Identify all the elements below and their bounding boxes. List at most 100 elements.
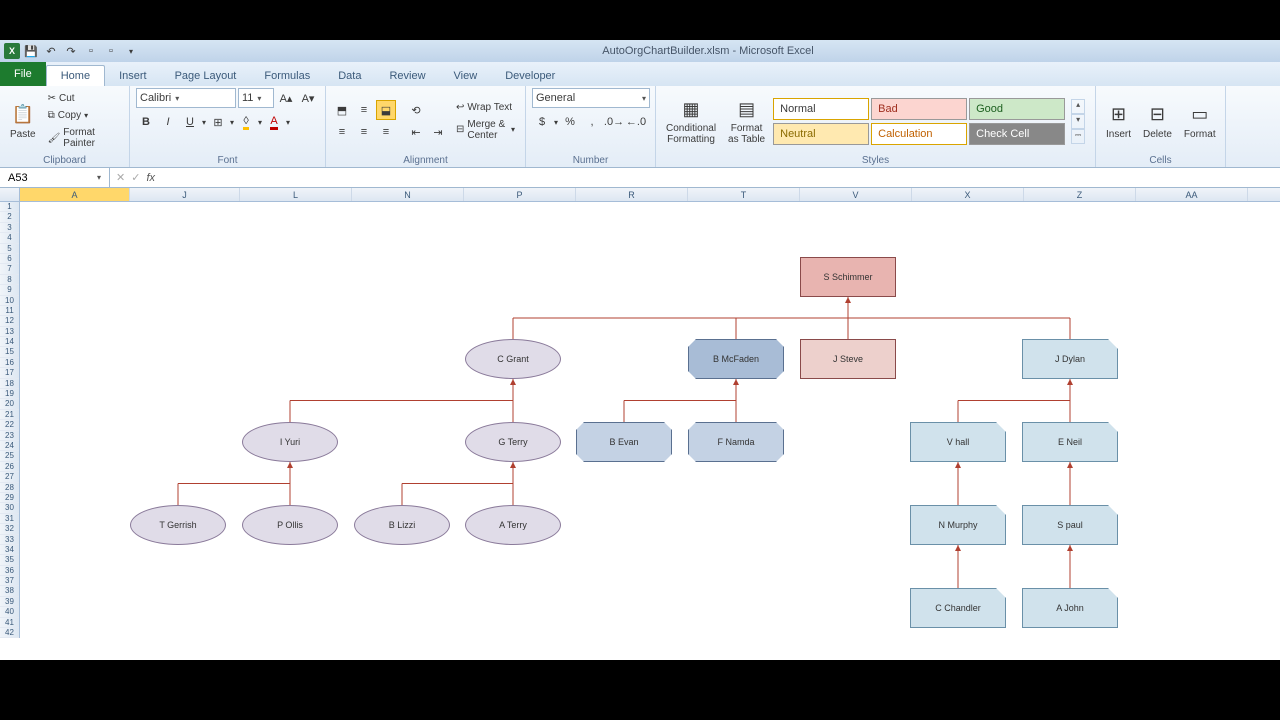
row-header[interactable]: 5 xyxy=(0,244,19,254)
row-header[interactable]: 31 xyxy=(0,514,19,524)
bold-button[interactable]: B xyxy=(136,112,156,132)
row-header[interactable]: 38 xyxy=(0,586,19,596)
align-middle-button[interactable]: ≡ xyxy=(354,100,374,120)
undo-icon[interactable]: ↶ xyxy=(42,42,60,60)
font-color-button[interactable]: A xyxy=(264,112,284,132)
cell-style-bad[interactable]: Bad xyxy=(871,98,967,120)
row-header[interactable]: 17 xyxy=(0,368,19,378)
row-header[interactable]: 29 xyxy=(0,493,19,503)
row-header[interactable]: 41 xyxy=(0,618,19,628)
org-node[interactable]: V hall xyxy=(910,422,1006,462)
copy-button[interactable]: ⧉Copy▾ xyxy=(44,108,123,123)
row-header[interactable]: 26 xyxy=(0,462,19,472)
row-header[interactable]: 42 xyxy=(0,628,19,638)
cell-style-neutral[interactable]: Neutral xyxy=(773,123,869,145)
row-header[interactable]: 33 xyxy=(0,535,19,545)
row-header[interactable]: 23 xyxy=(0,431,19,441)
row-header[interactable]: 28 xyxy=(0,483,19,493)
org-node[interactable]: T Gerrish xyxy=(130,505,226,545)
org-node[interactable]: N Murphy xyxy=(910,505,1006,545)
row-header[interactable]: 1 xyxy=(0,202,19,212)
row-header[interactable]: 9 xyxy=(0,285,19,295)
italic-button[interactable]: I xyxy=(158,112,178,132)
column-header[interactable]: V xyxy=(800,188,912,201)
font-size-combo[interactable]: 11▾ xyxy=(238,88,274,108)
column-header[interactable]: T xyxy=(688,188,800,201)
cell-style-calculation[interactable]: Calculation xyxy=(871,123,967,145)
align-left-button[interactable]: ≡ xyxy=(332,122,352,142)
tab-view[interactable]: View xyxy=(440,66,492,86)
conditional-formatting-button[interactable]: ▦ Conditional Formatting xyxy=(662,95,720,147)
row-header[interactable]: 18 xyxy=(0,379,19,389)
row-header[interactable]: 14 xyxy=(0,337,19,347)
row-header[interactable]: 36 xyxy=(0,566,19,576)
tab-formulas[interactable]: Formulas xyxy=(250,66,324,86)
tab-insert[interactable]: Insert xyxy=(105,66,161,86)
column-header[interactable]: J xyxy=(130,188,240,201)
name-box[interactable]: A53▾ xyxy=(0,168,110,187)
org-node[interactable]: I Yuri xyxy=(242,422,338,462)
formula-input[interactable] xyxy=(161,172,1274,184)
tab-page-layout[interactable]: Page Layout xyxy=(161,66,251,86)
row-header[interactable]: 32 xyxy=(0,524,19,534)
percent-button[interactable]: % xyxy=(560,112,580,132)
row-header[interactable]: 2 xyxy=(0,212,19,222)
select-all-corner[interactable] xyxy=(0,188,20,201)
org-node[interactable]: C Grant xyxy=(465,339,561,379)
org-node[interactable]: A Terry xyxy=(465,505,561,545)
row-header[interactable]: 39 xyxy=(0,597,19,607)
row-header[interactable]: 12 xyxy=(0,316,19,326)
column-header[interactable]: X xyxy=(912,188,1024,201)
accounting-button[interactable]: $ xyxy=(532,112,552,132)
column-header[interactable]: A xyxy=(20,188,130,201)
decrease-decimal-button[interactable]: ←.0 xyxy=(626,112,646,132)
tab-review[interactable]: Review xyxy=(375,66,439,86)
cell-style-check-cell[interactable]: Check Cell xyxy=(969,123,1065,145)
row-header[interactable]: 27 xyxy=(0,472,19,482)
org-node[interactable]: A John xyxy=(1022,588,1118,628)
column-header[interactable]: L xyxy=(240,188,352,201)
underline-button[interactable]: U xyxy=(180,112,200,132)
style-gallery-more-icon[interactable]: ⎓ xyxy=(1071,129,1085,144)
row-header[interactable]: 34 xyxy=(0,545,19,555)
wrap-text-button[interactable]: ↩Wrap Text xyxy=(452,100,519,115)
cell-style-good[interactable]: Good xyxy=(969,98,1065,120)
save-icon[interactable]: 💾 xyxy=(22,42,40,60)
org-node[interactable]: B Evan xyxy=(576,422,672,462)
org-node[interactable]: B Lizzi xyxy=(354,505,450,545)
row-header[interactable]: 21 xyxy=(0,410,19,420)
row-header[interactable]: 8 xyxy=(0,275,19,285)
increase-decimal-button[interactable]: .0→ xyxy=(604,112,624,132)
row-header[interactable]: 24 xyxy=(0,441,19,451)
paste-button[interactable]: 📋 Paste xyxy=(6,101,40,142)
column-header[interactable]: P xyxy=(464,188,576,201)
row-header[interactable]: 7 xyxy=(0,264,19,274)
style-scroll-up-icon[interactable]: ▴ xyxy=(1071,99,1085,114)
redo-icon[interactable]: ↷ xyxy=(62,42,80,60)
org-node[interactable]: E Neil xyxy=(1022,422,1118,462)
org-node[interactable]: S paul xyxy=(1022,505,1118,545)
org-node[interactable]: C Chandler xyxy=(910,588,1006,628)
align-top-button[interactable]: ⬒ xyxy=(332,100,352,120)
qat-btn[interactable]: ▫ xyxy=(82,42,100,60)
row-header[interactable]: 40 xyxy=(0,607,19,617)
worksheet[interactable]: 1234567891011121314151617181920212223242… xyxy=(0,202,1280,680)
row-header[interactable]: 19 xyxy=(0,389,19,399)
enter-icon[interactable]: ✓ xyxy=(131,171,140,184)
align-right-button[interactable]: ≡ xyxy=(376,122,396,142)
number-format-combo[interactable]: General▾ xyxy=(532,88,650,108)
row-header[interactable]: 11 xyxy=(0,306,19,316)
row-header[interactable]: 3 xyxy=(0,223,19,233)
cut-button[interactable]: ✂Cut xyxy=(44,91,123,106)
decrease-indent-button[interactable]: ⇤ xyxy=(406,122,426,142)
delete-cells-button[interactable]: ⊟Delete xyxy=(1139,101,1176,142)
column-header[interactable]: N xyxy=(352,188,464,201)
row-header[interactable]: 16 xyxy=(0,358,19,368)
font-name-combo[interactable]: Calibri▾ xyxy=(136,88,236,108)
align-bottom-button[interactable]: ⬓ xyxy=(376,100,396,120)
format-cells-button[interactable]: ▭Format xyxy=(1180,101,1220,142)
insert-cells-button[interactable]: ⊞Insert xyxy=(1102,101,1135,142)
format-painter-button[interactable]: 🖌Format Painter xyxy=(44,125,123,151)
row-header[interactable]: 25 xyxy=(0,451,19,461)
border-button[interactable]: ⊞ xyxy=(208,112,228,132)
